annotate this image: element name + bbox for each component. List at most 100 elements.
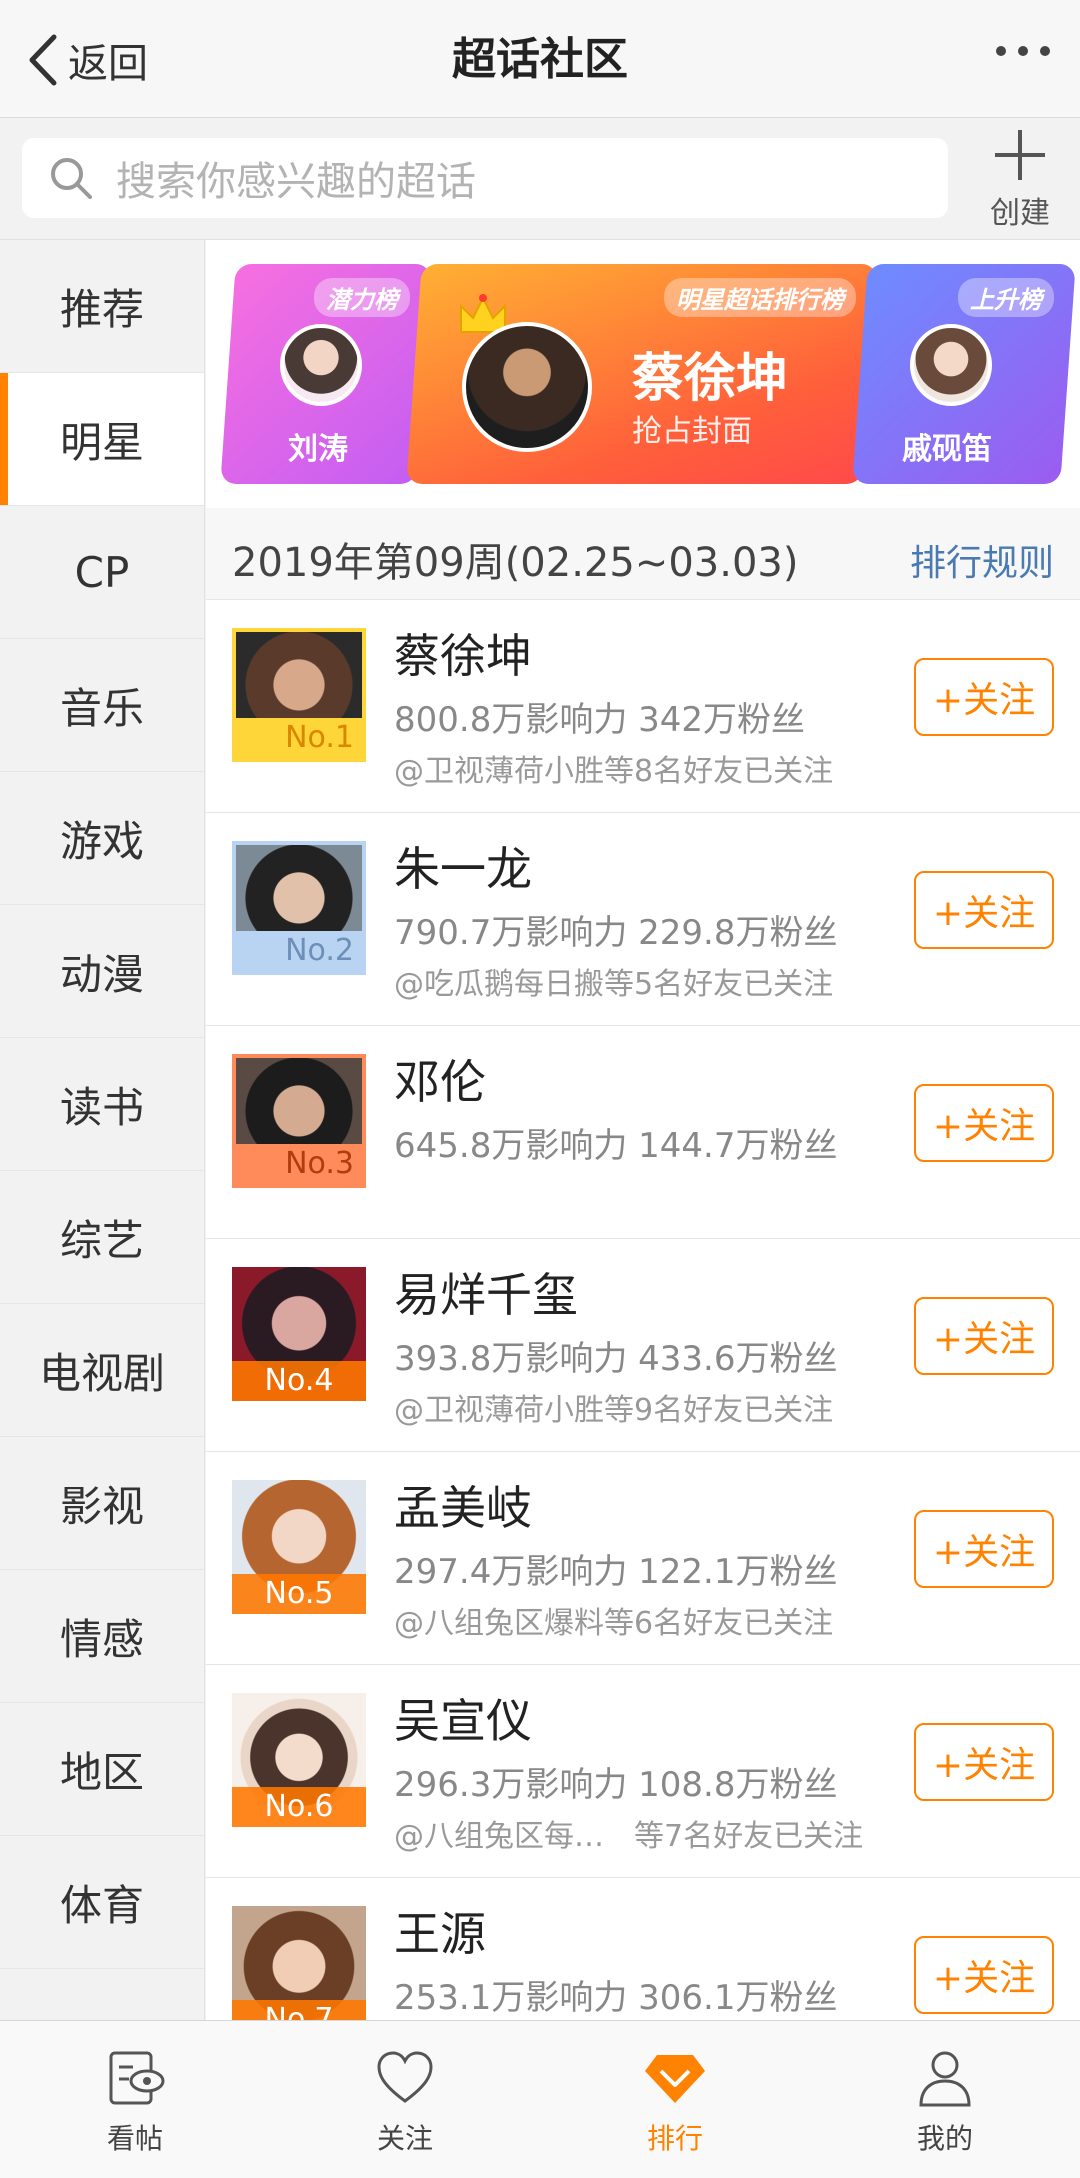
avatar: No.3 bbox=[232, 1054, 366, 1188]
star-name: 朱一龙 bbox=[394, 842, 532, 896]
heart-icon bbox=[377, 2051, 433, 2103]
rank-badge: No.4 bbox=[232, 1361, 366, 1401]
sidebar-item-sports[interactable]: 体育 bbox=[0, 1836, 204, 1969]
top-nav-bar: 返回 超话社区 bbox=[0, 0, 1080, 118]
friends-following: @卫视薄荷小胜等8名好友已关注 bbox=[394, 754, 834, 789]
tab-read-posts[interactable]: 看帖 bbox=[0, 2021, 270, 2178]
follow-button[interactable]: +关注 bbox=[914, 1084, 1054, 1162]
star-name: 孟美岐 bbox=[394, 1481, 532, 1535]
influence-stats: 296.3万影响力 108.8万粉丝 bbox=[394, 1765, 838, 1805]
sidebar-item-anime[interactable]: 动漫 bbox=[0, 905, 204, 1038]
friends-following: @八组兔区每… 等7名好友已关注 bbox=[394, 1819, 864, 1854]
search-row: 搜索你感兴趣的超话 创建 bbox=[0, 118, 1080, 240]
bottom-tab-bar: 看帖 关注 排行 我的 bbox=[0, 2020, 1080, 2178]
ranking-row[interactable]: No.3 邓伦 645.8万影响力 144.7万粉丝 +关注 bbox=[206, 1026, 1080, 1239]
potential-ranking-name: 刘涛 bbox=[288, 432, 348, 467]
ranking-rules-link[interactable]: 排行规则 bbox=[910, 534, 1054, 586]
influence-stats: 393.8万影响力 433.6万粉丝 bbox=[394, 1339, 838, 1379]
tab-label: 排行 bbox=[646, 2122, 703, 2155]
rising-ranking-tag: 上升榜 bbox=[958, 278, 1054, 317]
star-ranking-tag: 明星超话排行榜 bbox=[664, 278, 856, 317]
main-content: 潜力榜 刘涛 明星超话排行榜 蔡徐坤 抢占封面 上升榜 戚砚笛 2019年第09… bbox=[206, 240, 1080, 2020]
sidebar-item-music[interactable]: 音乐 bbox=[0, 639, 204, 772]
tab-label: 看帖 bbox=[106, 2122, 163, 2155]
ranking-banner: 潜力榜 刘涛 明星超话排行榜 蔡徐坤 抢占封面 上升榜 戚砚笛 bbox=[206, 264, 1080, 496]
sidebar-item-tv-drama[interactable]: 电视剧 bbox=[0, 1304, 204, 1437]
avatar: No.4 bbox=[232, 1267, 366, 1401]
star-ranking-card[interactable]: 明星超话排行榜 蔡徐坤 抢占封面 bbox=[406, 264, 878, 484]
friends-following: @卫视薄荷小胜等9名好友已关注 bbox=[394, 1393, 834, 1428]
create-button[interactable]: 创建 bbox=[970, 126, 1070, 232]
plus-icon bbox=[995, 130, 1045, 180]
rising-ranking-card[interactable]: 上升榜 戚砚笛 bbox=[852, 264, 1076, 484]
category-sidebar: 推荐 明星 CP 音乐 游戏 动漫 读书 综艺 电视剧 影视 情感 地区 体育 bbox=[0, 240, 205, 2020]
search-icon bbox=[51, 158, 92, 199]
friends-following: @八组兔区爆料等6名好友已关注 bbox=[394, 1606, 834, 1641]
sidebar-item-region[interactable]: 地区 bbox=[0, 1703, 204, 1836]
sidebar-item-games[interactable]: 游戏 bbox=[0, 772, 204, 905]
search-placeholder: 搜索你感兴趣的超话 bbox=[116, 159, 476, 205]
ranking-row[interactable]: No.7 王源 253.1万影响力 306.1万粉丝 +关注 bbox=[206, 1878, 1080, 2020]
follow-button[interactable]: +关注 bbox=[914, 1723, 1054, 1801]
read-post-icon bbox=[109, 2051, 165, 2105]
star-ranking-name: 蔡徐坤 bbox=[632, 349, 789, 409]
create-label: 创建 bbox=[990, 196, 1050, 231]
sidebar-item-books[interactable]: 读书 bbox=[0, 1038, 204, 1171]
avatar: No.1 bbox=[232, 628, 366, 762]
avatar: No.2 bbox=[232, 841, 366, 975]
follow-button[interactable]: +关注 bbox=[914, 1510, 1054, 1588]
influence-stats: 645.8万影响力 144.7万粉丝 bbox=[394, 1126, 838, 1166]
potential-ranking-card[interactable]: 潜力榜 刘涛 bbox=[220, 264, 432, 484]
star-ranking-subtitle: 抢占封面 bbox=[632, 414, 752, 449]
tab-label: 关注 bbox=[376, 2122, 433, 2155]
person-icon bbox=[919, 2051, 971, 2107]
ranking-row[interactable]: No.1 蔡徐坤 800.8万影响力 342万粉丝 @卫视薄荷小胜等8名好友已关… bbox=[206, 600, 1080, 813]
star-name: 吴宣仪 bbox=[394, 1694, 532, 1748]
follow-button[interactable]: +关注 bbox=[914, 871, 1054, 949]
avatar bbox=[280, 324, 362, 406]
avatar: No.6 bbox=[232, 1693, 366, 1827]
tab-ranking[interactable]: 排行 bbox=[540, 2021, 810, 2178]
tab-following[interactable]: 关注 bbox=[270, 2021, 540, 2178]
influence-stats: 800.8万影响力 342万粉丝 bbox=[394, 700, 806, 740]
tab-me[interactable]: 我的 bbox=[810, 2021, 1080, 2178]
avatar: No.7 bbox=[232, 1906, 366, 2020]
rank-badge: No.5 bbox=[232, 1574, 366, 1614]
follow-button[interactable]: +关注 bbox=[914, 658, 1054, 736]
tab-label: 我的 bbox=[916, 2122, 973, 2155]
sidebar-item-stars[interactable]: 明星 bbox=[0, 373, 204, 506]
rank-badge: No.6 bbox=[232, 1787, 366, 1827]
star-name: 邓伦 bbox=[394, 1055, 486, 1109]
rank-badge: No.7 bbox=[232, 2000, 366, 2020]
influence-stats: 790.7万影响力 229.8万粉丝 bbox=[394, 913, 838, 953]
rank-badge: No.2 bbox=[236, 931, 362, 971]
follow-button[interactable]: +关注 bbox=[914, 1297, 1054, 1375]
avatar bbox=[910, 324, 992, 406]
rank-badge: No.3 bbox=[236, 1144, 362, 1184]
rank-badge: No.1 bbox=[236, 718, 362, 758]
avatar bbox=[462, 322, 592, 452]
sidebar-item-film[interactable]: 影视 bbox=[0, 1437, 204, 1570]
influence-stats: 253.1万影响力 306.1万粉丝 bbox=[394, 1978, 838, 2018]
week-period: 2019年第09周(02.25~03.03) bbox=[232, 540, 799, 586]
ranking-row[interactable]: No.5 孟美岐 297.4万影响力 122.1万粉丝 @八组兔区爆料等6名好友… bbox=[206, 1452, 1080, 1665]
follow-button[interactable]: +关注 bbox=[914, 1936, 1054, 2014]
ranking-row[interactable]: No.4 易烊千玺 393.8万影响力 433.6万粉丝 @卫视薄荷小胜等9名好… bbox=[206, 1239, 1080, 1452]
sidebar-item-emotion[interactable]: 情感 bbox=[0, 1570, 204, 1703]
ranking-list: No.1 蔡徐坤 800.8万影响力 342万粉丝 @卫视薄荷小胜等8名好友已关… bbox=[206, 600, 1080, 2020]
ranking-row[interactable]: No.6 吴宣仪 296.3万影响力 108.8万粉丝 @八组兔区每… 等7名好… bbox=[206, 1665, 1080, 1878]
sidebar-item-cp[interactable]: CP bbox=[0, 506, 204, 639]
search-input[interactable]: 搜索你感兴趣的超话 bbox=[22, 138, 948, 218]
avatar: No.5 bbox=[232, 1480, 366, 1614]
influence-stats: 297.4万影响力 122.1万粉丝 bbox=[394, 1552, 838, 1592]
more-options-icon[interactable] bbox=[996, 46, 1050, 56]
friends-following: @吃瓜鹅每日搬等5名好友已关注 bbox=[394, 967, 834, 1002]
sidebar-item-variety[interactable]: 综艺 bbox=[0, 1171, 204, 1304]
star-name: 易烊千玺 bbox=[394, 1268, 578, 1322]
ranking-row[interactable]: No.2 朱一龙 790.7万影响力 229.8万粉丝 @吃瓜鹅每日搬等5名好友… bbox=[206, 813, 1080, 1026]
sidebar-item-recommend[interactable]: 推荐 bbox=[0, 240, 204, 373]
star-name: 王源 bbox=[394, 1907, 486, 1961]
rising-ranking-name: 戚砚笛 bbox=[902, 432, 992, 467]
page-title: 超话社区 bbox=[452, 34, 628, 85]
week-header: 2019年第09周(02.25~03.03) 排行规则 bbox=[206, 508, 1080, 600]
